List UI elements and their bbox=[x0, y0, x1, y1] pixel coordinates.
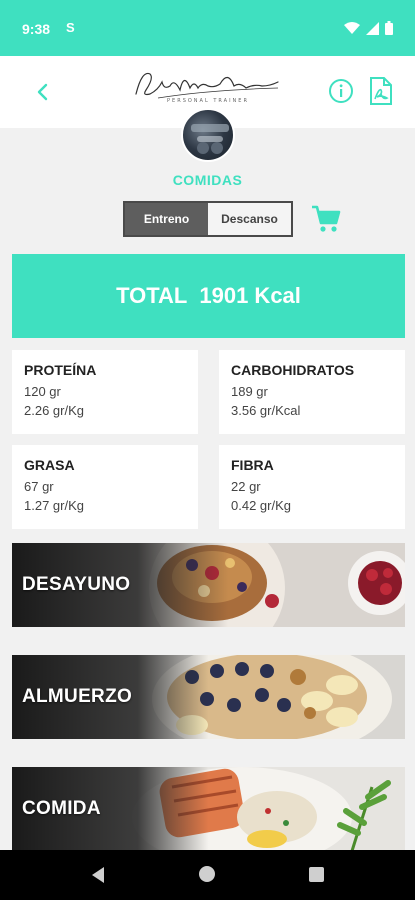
meal-card-desayuno[interactable]: DESAYUNO bbox=[12, 543, 405, 627]
macro-grams: 22 gr bbox=[231, 479, 261, 494]
macro-title: CARBOHIDRATOS bbox=[231, 362, 355, 378]
nav-back-icon[interactable] bbox=[90, 866, 106, 884]
macro-card-proteina: PROTEÍNA 120 gr 2.26 gr/Kg bbox=[12, 350, 198, 434]
shopping-cart-button[interactable] bbox=[310, 202, 342, 234]
macro-ratio: 0.42 gr/Kg bbox=[231, 498, 291, 513]
wifi-icon bbox=[344, 21, 360, 34]
meal-label: COMIDA bbox=[22, 798, 101, 819]
day-type-toggle: Entreno Descanso bbox=[123, 201, 293, 237]
toggle-descanso[interactable]: Descanso bbox=[208, 203, 291, 235]
battery-icon bbox=[385, 21, 393, 35]
nav-home-icon[interactable] bbox=[199, 866, 215, 882]
cart-icon bbox=[312, 205, 341, 232]
macro-grams: 67 gr bbox=[24, 479, 54, 494]
logo-subtitle: PERSONAL TRAINER bbox=[167, 98, 249, 104]
pdf-button[interactable] bbox=[368, 76, 394, 106]
macro-title: GRASA bbox=[24, 457, 75, 473]
macro-ratio: 1.27 gr/Kg bbox=[24, 498, 84, 513]
macro-card-fibra: FIBRA 22 gr 0.42 gr/Kg bbox=[219, 445, 405, 529]
nav-recents-icon[interactable] bbox=[309, 867, 324, 882]
trainer-avatar bbox=[181, 108, 235, 162]
meal-card-almuerzo[interactable]: ALMUERZO bbox=[12, 655, 405, 739]
macro-card-grasa: GRASA 67 gr 1.27 gr/Kg bbox=[12, 445, 198, 529]
meal-label: ALMUERZO bbox=[22, 686, 133, 707]
macro-title: PROTEÍNA bbox=[24, 362, 97, 378]
section-title: COMIDAS bbox=[172, 172, 243, 188]
info-button[interactable] bbox=[328, 78, 354, 104]
macro-ratio: 3.56 gr/Kcal bbox=[231, 403, 301, 418]
macro-grams: 189 gr bbox=[231, 384, 268, 399]
total-value: 1901 Kcal bbox=[199, 283, 301, 308]
status-time: 9:38 bbox=[22, 21, 51, 37]
system-nav-bar bbox=[0, 850, 415, 900]
status-icons bbox=[344, 21, 393, 35]
macro-grams: 120 gr bbox=[24, 384, 61, 399]
total-kcal-banner: TOTAL 1901 Kcal bbox=[12, 254, 405, 338]
status-bar: 9:38 S bbox=[0, 0, 415, 56]
meal-card-comida[interactable]: COMIDA bbox=[12, 767, 405, 851]
pdf-icon bbox=[370, 77, 392, 105]
macro-title: FIBRA bbox=[231, 457, 274, 473]
meal-label: DESAYUNO bbox=[22, 574, 131, 595]
toggle-entreno[interactable]: Entreno bbox=[125, 203, 208, 235]
macro-ratio: 2.26 gr/Kg bbox=[24, 403, 84, 418]
back-button[interactable] bbox=[30, 78, 54, 106]
macro-card-carbohidratos: CARBOHIDRATOS 189 gr 3.56 gr/Kcal bbox=[219, 350, 405, 434]
signal-icon bbox=[366, 21, 379, 35]
total-label: TOTAL bbox=[116, 283, 188, 308]
status-s-icon: S bbox=[66, 20, 75, 35]
info-icon bbox=[329, 79, 353, 103]
chevron-left-icon bbox=[37, 83, 48, 101]
